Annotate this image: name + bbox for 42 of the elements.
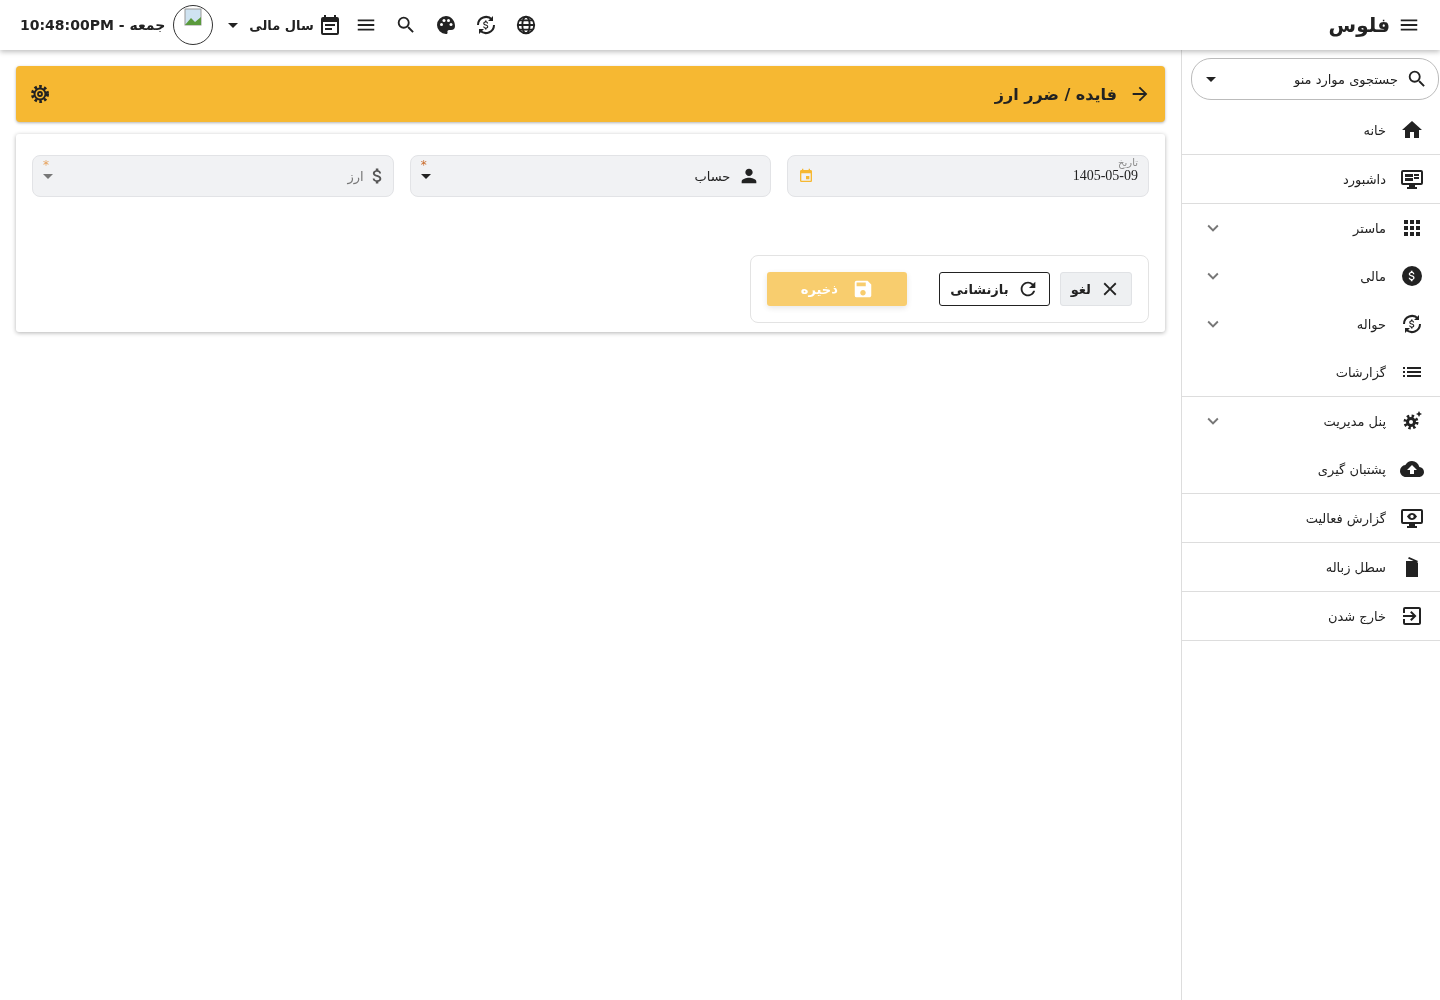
field-label: تاریخ [1118,157,1138,168]
settings-icon[interactable] [28,82,52,106]
menu-search-field[interactable]: جستجوی موارد منو [1222,70,1400,88]
field-label: ارز [346,168,364,184]
dropdown-button[interactable] [1206,76,1216,82]
sidebar-item[interactable]: ماستر [1182,204,1440,252]
currency-exchange-icon [1400,312,1424,336]
fiscal-year-button[interactable]: سال مالی [249,13,342,37]
dollar-coin-icon [1400,264,1424,288]
search-field[interactable]: جستجوی موارد منو [1191,58,1439,100]
logout-icon [1400,604,1424,628]
caret-icon [420,173,431,179]
sidebar-item[interactable]: گزارش فعالیت [1182,494,1440,543]
required-mark: * [43,158,49,172]
sidebar-item[interactable]: خانه [1182,106,1440,155]
sidebar-item[interactable]: حواله [1182,300,1440,348]
monitor-eye-icon [1400,506,1424,530]
select-field[interactable]: حساب * [409,155,772,197]
dollar-icon [371,168,383,184]
field-label: حساب [693,168,731,184]
sidebar-item[interactable]: گزارشات [1182,348,1440,397]
cancel-button[interactable]: لغو [1059,272,1132,306]
calendar-icon [798,168,815,184]
reset-button[interactable]: بازنشانی [939,272,1050,306]
broken-image-icon [184,8,203,26]
monitor-icon [1400,167,1424,191]
sidebar-item[interactable]: پشتبان گیری [1182,445,1440,494]
sidebar-item[interactable]: سطل زباله [1182,543,1440,592]
sidebar-item[interactable]: داشبورد [1182,155,1440,204]
date-value: 1405-05-09 [1071,168,1138,184]
sidebar-item[interactable]: خارج شدن [1182,592,1440,641]
required-mark: * [420,158,427,172]
globe-icon [514,14,537,36]
app-title: فلوس [1328,13,1390,37]
caret-icon [43,173,53,179]
sidebar-item[interactable]: مالی [1182,252,1440,300]
page-title: فایده / ضرر ارز [993,84,1117,104]
clock-text: 10:48:00PM - جمعه [20,17,166,33]
caret-icon [1206,76,1216,82]
caret-icon [228,22,239,28]
sidebar-item[interactable]: پنل مدیریت [1182,397,1440,445]
search-icon [1406,68,1428,90]
